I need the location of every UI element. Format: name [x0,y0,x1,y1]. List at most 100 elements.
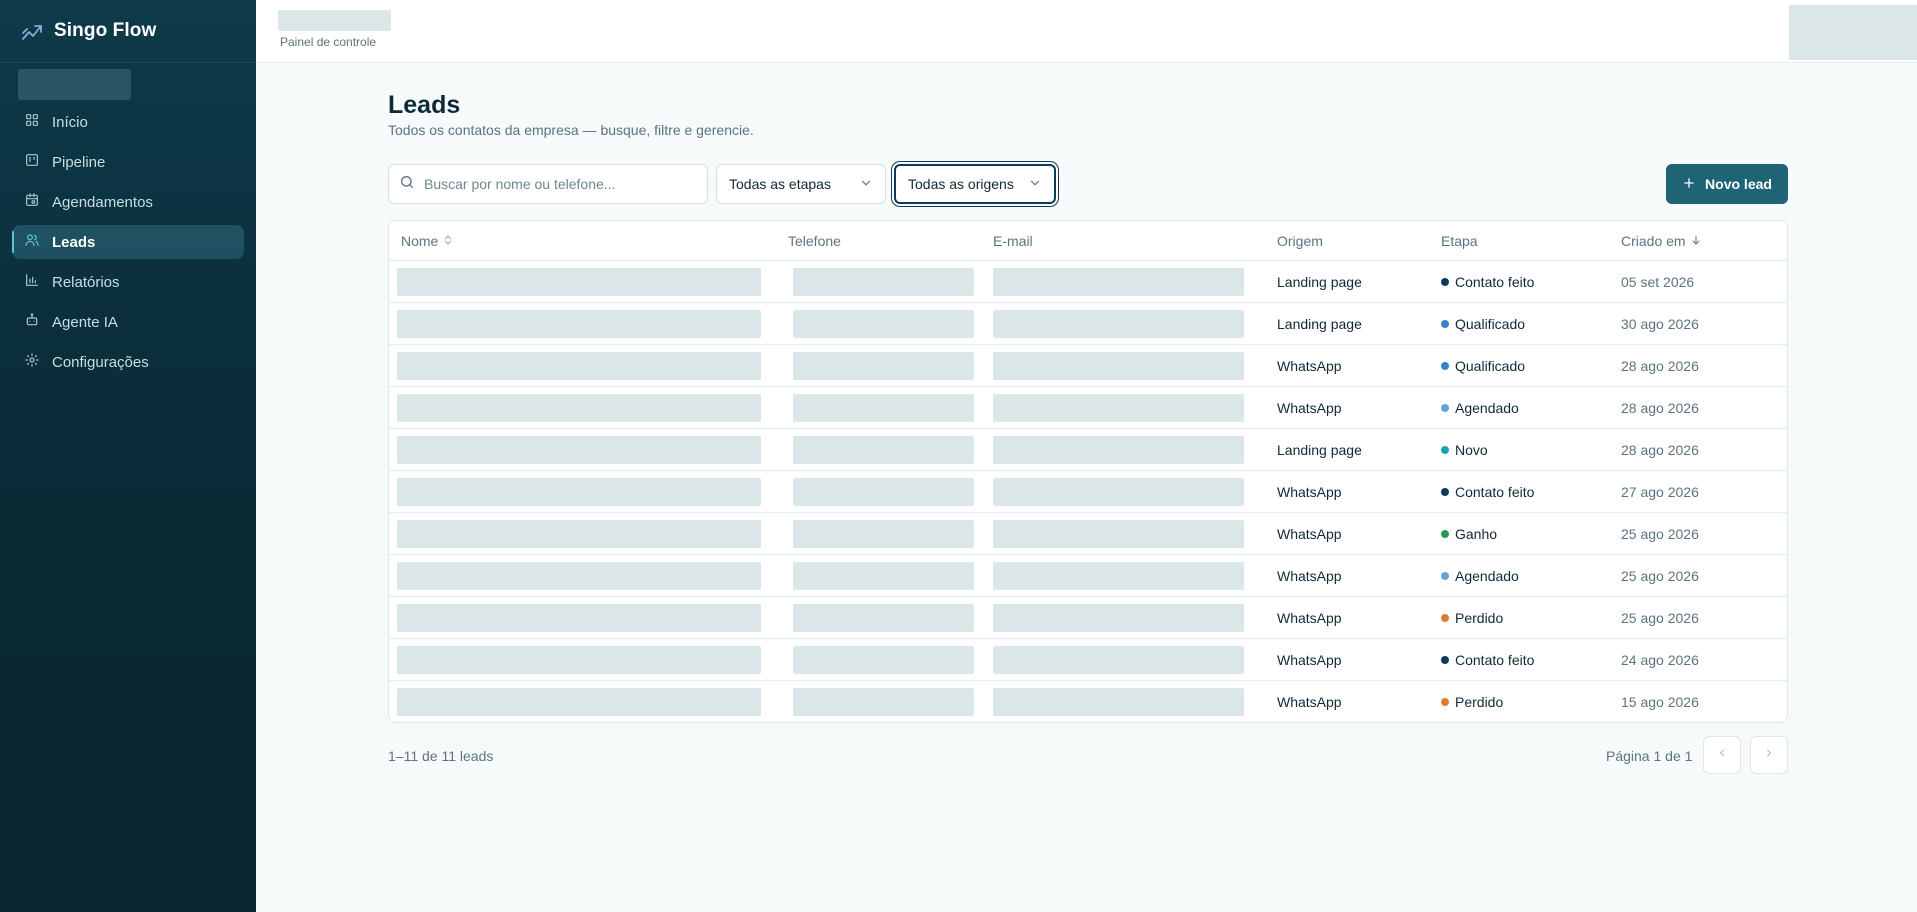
table-row[interactable]: WhatsApp Contato feito 27 ago 2026 [389,471,1787,513]
email-placeholder [993,393,1244,422]
cell-email [988,393,1277,422]
cell-email [988,519,1277,548]
phone-placeholder [793,603,974,632]
cell-email [988,603,1277,632]
table-row[interactable]: WhatsApp Ganho 25 ago 2026 [389,513,1787,555]
table-row[interactable]: WhatsApp Perdido 15 ago 2026 [389,681,1787,722]
sidebar-item-label: Pipeline [52,153,106,171]
cell-nome [389,267,788,296]
table-row[interactable]: WhatsApp Contato feito 24 ago 2026 [389,639,1787,681]
sidebar-item-agendamentos[interactable]: Agendamentos [12,185,244,219]
search-box[interactable] [388,164,708,204]
email-placeholder [993,603,1244,632]
table-row[interactable]: Landing page Contato feito 05 set 2026 [389,261,1787,303]
phone-placeholder [793,435,974,464]
sidebar-item-agente-ia[interactable]: Agente IA [12,305,244,339]
origin-filter-value: Todas as origens [908,176,1014,192]
cell-nome [389,519,788,548]
org-selector-placeholder[interactable] [18,69,131,100]
user-menu-placeholder[interactable] [1789,5,1917,60]
table-row[interactable]: Landing page Novo 28 ago 2026 [389,429,1787,471]
stage-label: Ganho [1455,525,1498,542]
table-row[interactable]: WhatsApp Qualificado 28 ago 2026 [389,345,1787,387]
page-title: Leads [388,91,461,119]
email-placeholder [993,351,1244,380]
cell-origem: WhatsApp [1277,567,1342,584]
cell-criado-em: 28 ago 2026 [1621,357,1699,374]
stage-dot [1441,487,1449,496]
trend-logo-icon [20,19,44,43]
stage-dot [1441,361,1449,370]
name-placeholder [397,477,761,506]
origin-filter-select[interactable]: Todas as origens [894,164,1056,204]
table-row[interactable]: Landing page Qualificado 30 ago 2026 [389,303,1787,345]
search-input[interactable] [424,176,694,192]
cell-telefone [788,351,988,380]
cell-email [988,309,1277,338]
breadcrumb[interactable]: Painel de controle [280,35,376,49]
stage-filter-select[interactable]: Todas as etapas [716,164,886,204]
sidebar-item-inicio[interactable]: Início [12,105,244,139]
cell-origem: WhatsApp [1277,525,1342,542]
cell-etapa: Contato feito [1441,652,1621,668]
sidebar-item-leads[interactable]: Leads [12,225,244,259]
cell-email [988,477,1277,506]
gear-icon [24,352,40,372]
table-row[interactable]: WhatsApp Agendado 25 ago 2026 [389,555,1787,597]
cell-telefone [788,267,988,296]
cell-telefone [788,603,988,632]
name-placeholder [397,435,761,464]
cell-etapa: Perdido [1441,610,1621,626]
new-lead-button[interactable]: Novo lead [1666,164,1788,204]
sidebar-item-label: Agente IA [52,313,118,331]
stage-dot [1441,571,1449,580]
cell-telefone [788,688,988,716]
cell-etapa: Qualificado [1441,358,1621,374]
breadcrumb-placeholder [278,10,391,31]
prev-page-button[interactable] [1703,736,1741,774]
table-row[interactable]: WhatsApp Agendado 28 ago 2026 [389,387,1787,429]
cell-criado-em: 25 ago 2026 [1621,567,1699,584]
sidebar-item-pipeline[interactable]: Pipeline [12,145,244,179]
cell-telefone [788,645,988,674]
cell-criado-em: 28 ago 2026 [1621,441,1699,458]
name-placeholder [397,561,761,590]
cell-origem: Landing page [1277,273,1362,290]
sidebar-item-relatorios[interactable]: Relatórios [12,265,244,299]
cell-criado-em: 27 ago 2026 [1621,483,1699,500]
cell-origem: WhatsApp [1277,651,1342,668]
brand[interactable]: Singo Flow [0,0,256,63]
new-lead-label: Novo lead [1705,176,1772,192]
stage-label: Novo [1455,441,1488,458]
cell-nome [389,603,788,632]
phone-placeholder [793,393,974,422]
search-icon [399,174,415,195]
stage-label: Contato feito [1455,651,1535,668]
cell-origem: WhatsApp [1277,609,1342,626]
email-placeholder [993,561,1244,590]
column-header-criado-em[interactable]: Criado em [1621,233,1781,249]
table-body: Landing page Contato feito 05 set 2026 Land… [389,261,1787,722]
chevron-down-icon [859,176,873,193]
column-header-nome[interactable]: Nome [389,233,788,249]
cell-etapa: Agendado [1441,400,1621,416]
cell-nome [389,435,788,464]
phone-placeholder [793,309,974,338]
column-header-email: E-mail [993,232,1033,249]
stage-label: Contato feito [1455,483,1535,500]
stage-dot [1441,613,1449,622]
next-page-button[interactable] [1750,736,1788,774]
cell-origem: WhatsApp [1277,694,1342,710]
cell-etapa: Agendado [1441,568,1621,584]
chevron-left-icon [1716,746,1728,764]
cell-telefone [788,519,988,548]
cell-criado-em: 05 set 2026 [1621,273,1695,290]
table-row[interactable]: WhatsApp Perdido 25 ago 2026 [389,597,1787,639]
sidebar-item-configuracoes[interactable]: Configurações [12,345,244,379]
stage-dot [1441,277,1449,286]
sort-down-icon [1690,233,1702,249]
cell-telefone [788,561,988,590]
cell-criado-em: 28 ago 2026 [1621,399,1699,416]
cell-criado-em: 15 ago 2026 [1621,694,1699,710]
plus-icon [1682,176,1696,193]
